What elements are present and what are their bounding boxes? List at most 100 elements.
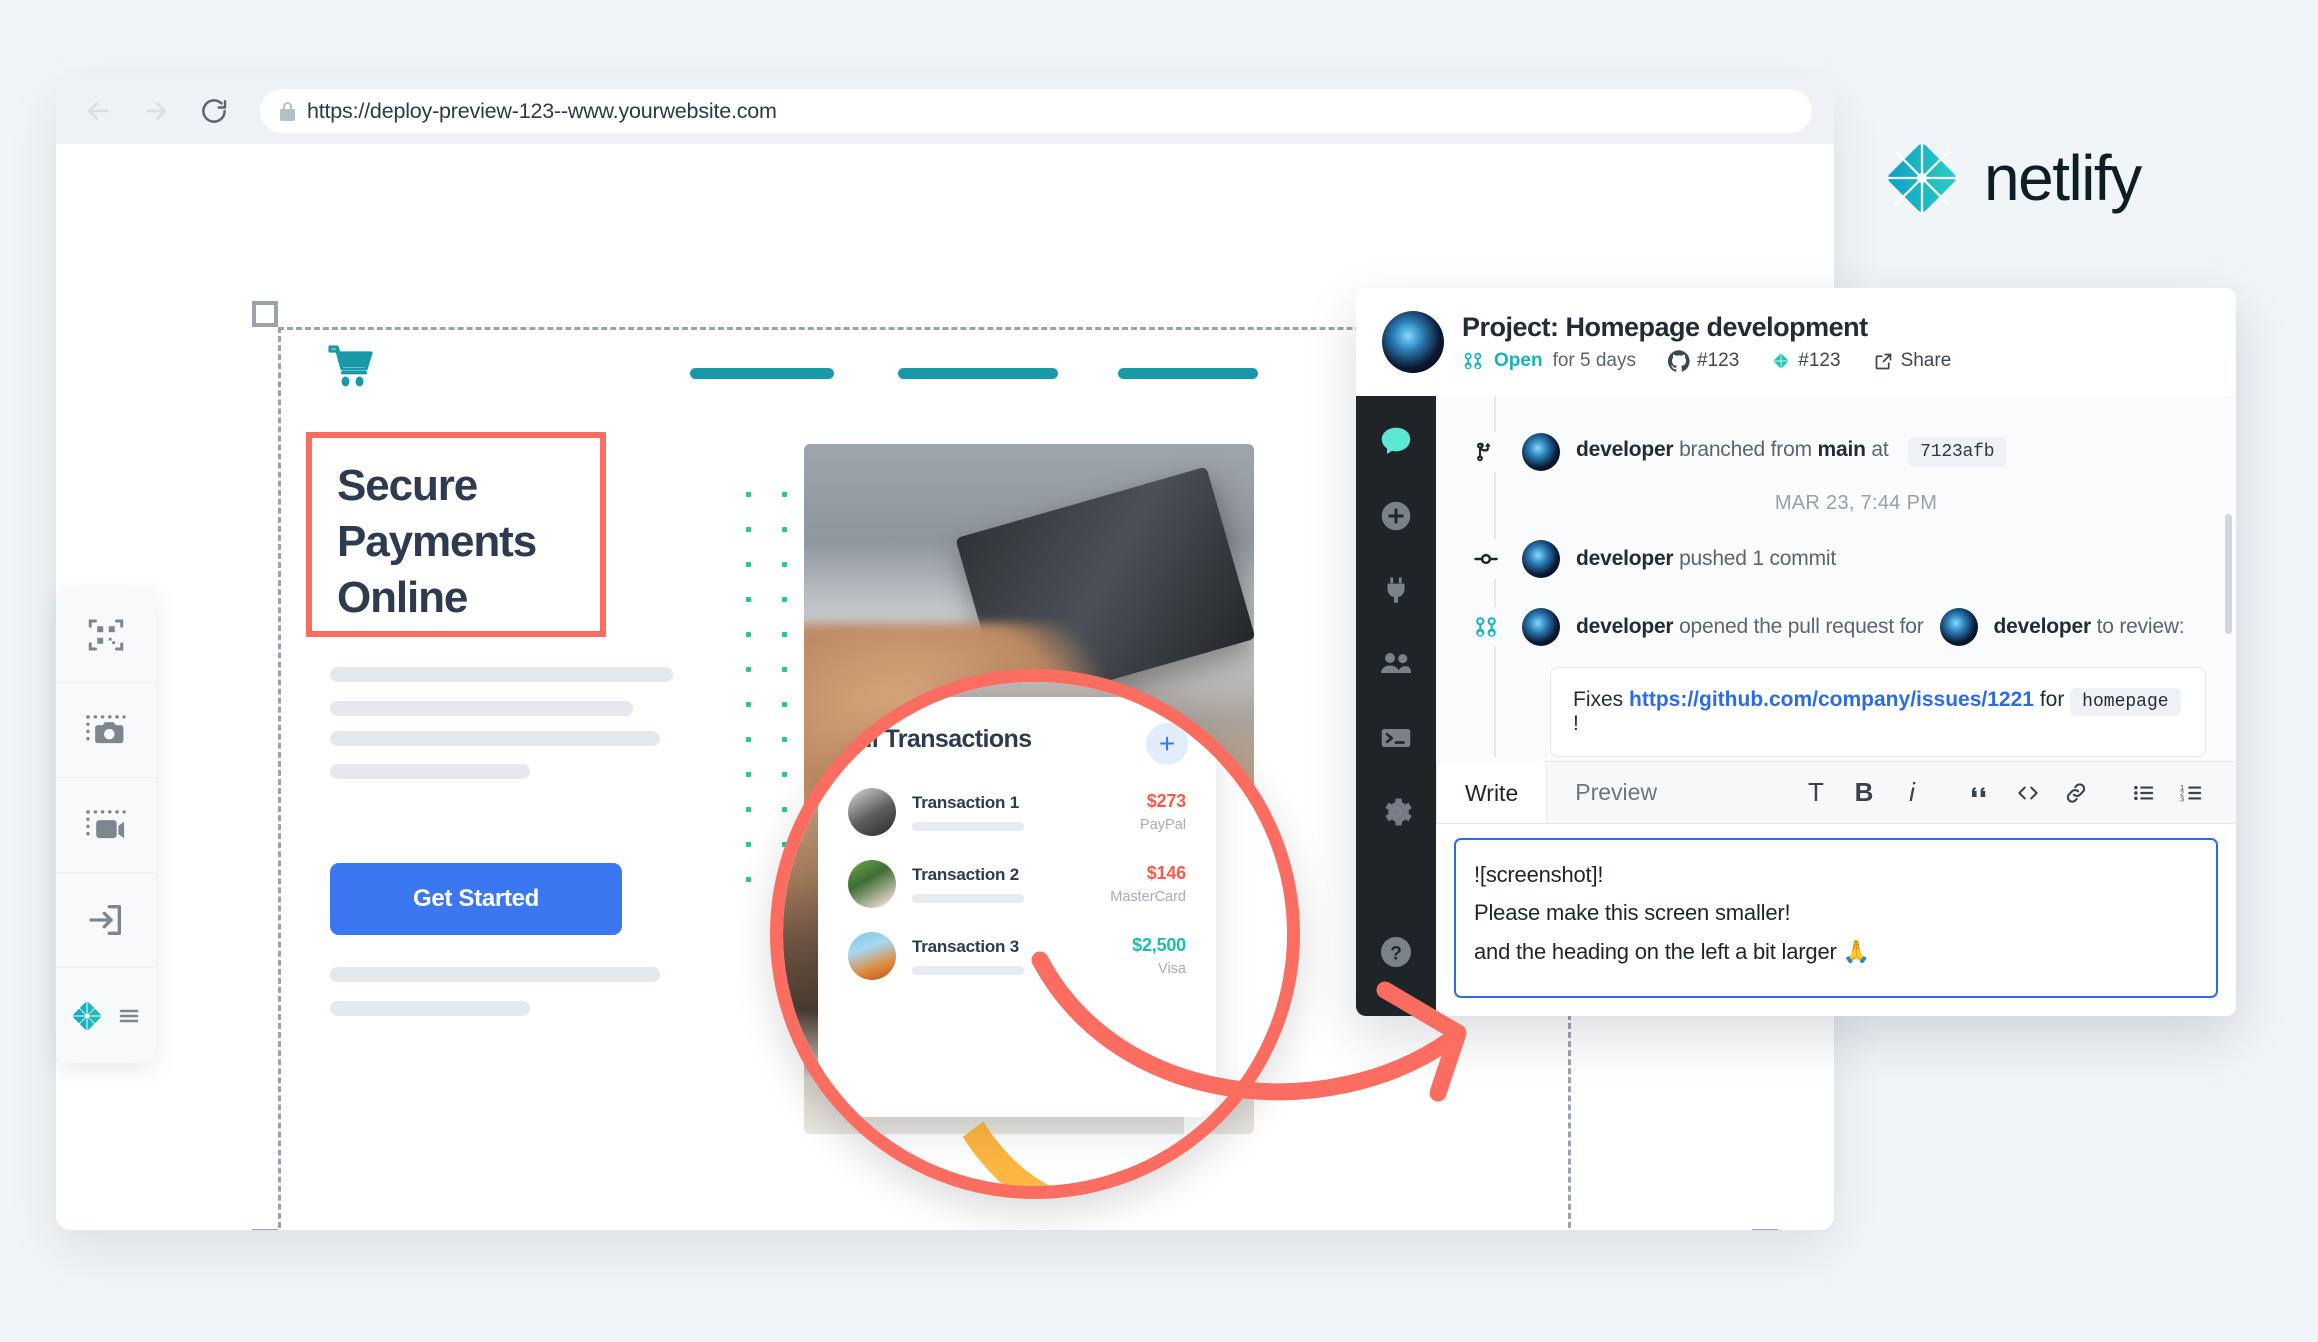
event-verb: branched from [1679, 438, 1812, 461]
selection-handle-top-left[interactable] [252, 301, 278, 327]
feed-date-divider: MAR 23, 7:44 PM [1774, 492, 1938, 514]
avatar [848, 859, 896, 908]
review-feed-area: developer branched from main at 7123afb … [1436, 396, 2236, 1016]
event-text: developer opened the pull request for [1576, 615, 1924, 639]
activity-feed: developer branched from main at 7123afb … [1436, 396, 2236, 757]
tab-write[interactable]: Write [1436, 761, 1548, 823]
tab-preview[interactable]: Preview [1547, 762, 1685, 824]
share-button[interactable]: Share [1873, 350, 1951, 372]
composer-tabs: Write Preview T B i 1 2 3 [1436, 761, 2236, 824]
selection-handle-bottom-left[interactable] [252, 1229, 278, 1230]
transactions-title: All Transactions [848, 725, 1032, 753]
add-transaction-button[interactable]: + [1146, 723, 1188, 765]
netlify-brand: netlify [1884, 140, 2142, 216]
italic-icon[interactable]: i [1890, 771, 1934, 815]
address-bar[interactable]: https://deploy-preview-123--www.yourwebs… [260, 89, 1812, 133]
site-nav-item-3[interactable] [1118, 368, 1258, 379]
transaction-method: Visa [1158, 960, 1186, 977]
comment-textarea[interactable]: ![screenshot]! Please make this screen s… [1454, 838, 2218, 998]
event-text: developer branched from main at 7123afb [1576, 437, 2007, 467]
chat-icon[interactable] [1372, 418, 1420, 466]
event-actor: developer [1576, 438, 1674, 461]
qr-code-icon[interactable] [56, 588, 156, 683]
hamburger-menu-icon [119, 1009, 139, 1022]
site-nav [328, 340, 1328, 400]
feed-event-pushed: developer pushed 1 commit [1466, 525, 2206, 593]
site-nav-item-2[interactable] [898, 368, 1058, 379]
pull-request-body: Fixes https://github.com/company/issues/… [1550, 667, 2206, 757]
selection-left-edge [278, 327, 281, 1230]
list-item[interactable]: Transaction 1 $273 PayPal [848, 776, 1186, 848]
issue-link[interactable]: https://github.com/company/issues/1221 [1629, 688, 2034, 711]
github-issue-link[interactable]: #123 [1668, 350, 1739, 372]
list-item[interactable]: Transaction 3 $2,500 Visa [848, 920, 1186, 992]
video-record-icon[interactable] [56, 778, 156, 873]
comment-line-3: and the heading on the left a bit larger… [1474, 938, 1870, 964]
pr-body-mid: for [2039, 688, 2065, 711]
shopping-cart-icon [328, 344, 376, 393]
forward-button[interactable] [136, 91, 176, 131]
netlify-menu-icon[interactable] [56, 968, 156, 1063]
list-item[interactable]: Transaction 2 $146 MasterCard [848, 848, 1186, 920]
git-pull-request-icon [1464, 352, 1482, 370]
transaction-amount: $273 [1146, 790, 1186, 811]
netlify-deploy-link[interactable]: #123 [1771, 350, 1841, 372]
commit-sha[interactable]: 7123afb [1908, 437, 2007, 467]
screenshot-camera-icon[interactable] [56, 683, 156, 778]
label-chip[interactable]: homepage [2070, 688, 2181, 716]
lock-icon [280, 101, 295, 121]
transaction-amount: $146 [1146, 862, 1186, 883]
plug-icon[interactable] [1372, 566, 1420, 614]
avatar-reviewer [1939, 608, 1978, 646]
avatar [848, 787, 896, 836]
bold-icon[interactable]: B [1842, 771, 1886, 815]
text-placeholder [330, 667, 673, 682]
selection-handle-bottom-right[interactable] [1752, 1229, 1778, 1230]
review-panel: Project: Homepage development Open for 5… [1356, 288, 2236, 1016]
comment-line-2: Please make this screen smaller! [1474, 900, 1791, 926]
git-pull-request-icon [1466, 607, 1506, 647]
event-actor: developer [1576, 547, 1674, 570]
reload-button[interactable] [194, 91, 234, 131]
event-text: developer pushed 1 commit [1576, 547, 1836, 571]
netlify-logo-icon [71, 1000, 103, 1031]
bullet-list-icon[interactable] [2122, 771, 2166, 815]
quote-icon[interactable] [1958, 771, 2002, 815]
back-button[interactable] [78, 91, 118, 131]
screenshot-root: https://deploy-preview-123--www.yourwebs… [0, 0, 2318, 1342]
numbered-list-icon[interactable]: 123 [2170, 771, 2214, 815]
transactions-card: All Transactions + Transaction 1 $273 Pa… [818, 697, 1216, 1117]
code-icon[interactable] [2006, 771, 2050, 815]
link-icon[interactable] [2054, 771, 2098, 815]
gear-icon[interactable] [1372, 788, 1420, 836]
text-placeholder [330, 1001, 530, 1016]
url-text: https://deploy-preview-123--www.yourwebs… [307, 98, 777, 123]
netlify-logo-icon [1773, 353, 1790, 369]
text-style-icon[interactable]: T [1794, 771, 1838, 815]
status-duration: for 5 days [1552, 350, 1636, 371]
github-icon [1668, 350, 1690, 372]
terminal-icon[interactable] [1372, 714, 1420, 762]
site-nav-item-1[interactable] [690, 368, 834, 379]
project-meta: Open for 5 days #123 #123 Share [1462, 350, 1951, 372]
transaction-method: PayPal [1140, 816, 1186, 833]
get-started-button[interactable]: Get Started [330, 863, 622, 935]
text-placeholder [330, 764, 530, 779]
login-arrow-icon[interactable] [56, 873, 156, 968]
page-title-line-2: Payments [337, 516, 537, 566]
transaction-amount: $2,500 [1132, 934, 1186, 955]
people-icon[interactable] [1372, 640, 1420, 688]
netlify-logo-icon [1885, 141, 1959, 215]
pr-body-suffix: ! [1573, 712, 1579, 735]
page-title: Secure Payments Online [312, 438, 600, 626]
transaction-name: Transaction 3 [912, 936, 1019, 956]
pr-body-prefix: Fixes [1573, 688, 1624, 711]
comment-line-1: ![screenshot]! [1474, 862, 1604, 887]
plus-circle-icon[interactable] [1372, 492, 1420, 540]
avatar [1522, 433, 1560, 471]
page-title-line-1: Secure [337, 461, 478, 510]
help-icon[interactable]: ? [1372, 928, 1420, 976]
composer-toolbar: T B i 1 2 3 [1794, 771, 2236, 815]
transaction-name: Transaction 1 [912, 792, 1019, 812]
feed-event-branched: developer branched from main at 7123afb [1466, 418, 2206, 486]
